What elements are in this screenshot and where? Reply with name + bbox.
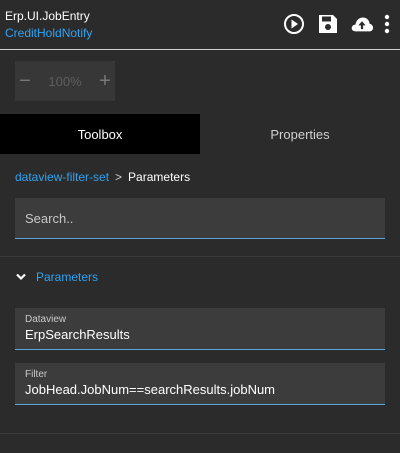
breadcrumb-parent-link[interactable]: dataview-filter-set (15, 170, 109, 184)
chevron-down-icon (16, 273, 26, 281)
filter-field[interactable]: Filter JobHead.JobNum==searchResults.job… (15, 363, 385, 405)
tab-toolbox[interactable]: Toolbox (0, 114, 200, 154)
zoom-in-button[interactable]: + (95, 61, 115, 101)
breadcrumb: dataview-filter-set > Parameters (15, 170, 190, 184)
section-label: Parameters (36, 270, 99, 284)
zoom-out-button[interactable]: − (15, 61, 35, 101)
cloud-upload-icon[interactable] (350, 12, 374, 36)
save-icon[interactable] (316, 12, 340, 36)
dataview-field[interactable]: Dataview ErpSearchResults (15, 308, 385, 350)
app-subtitle-link[interactable]: CreditHoldNotify (5, 26, 92, 40)
search-input[interactable] (15, 198, 385, 238)
section-divider (0, 256, 400, 257)
app-header: Erp.UI.JobEntry CreditHoldNotify (0, 0, 400, 50)
zoom-control: − 100% + (15, 61, 115, 101)
play-circle-icon[interactable] (282, 12, 306, 36)
more-vertical-icon[interactable] (382, 12, 392, 36)
filter-field-label: Filter (25, 369, 48, 380)
zoom-level: 100% (48, 73, 82, 89)
parameters-section-header[interactable]: Parameters (15, 270, 98, 284)
header-actions (272, 12, 392, 36)
app-title: Erp.UI.JobEntry (5, 9, 90, 23)
breadcrumb-separator: > (115, 170, 123, 184)
dataview-field-value[interactable]: ErpSearchResults (25, 327, 130, 342)
tab-properties[interactable]: Properties (200, 114, 400, 154)
dataview-field-label: Dataview (25, 314, 67, 325)
breadcrumb-current: Parameters (128, 170, 191, 184)
panel-tabs: Toolbox Properties (0, 114, 400, 154)
filter-field-value[interactable]: JobHead.JobNum==searchResults.jobNum (25, 382, 275, 397)
search-box (15, 198, 385, 239)
bottom-divider (0, 433, 400, 434)
